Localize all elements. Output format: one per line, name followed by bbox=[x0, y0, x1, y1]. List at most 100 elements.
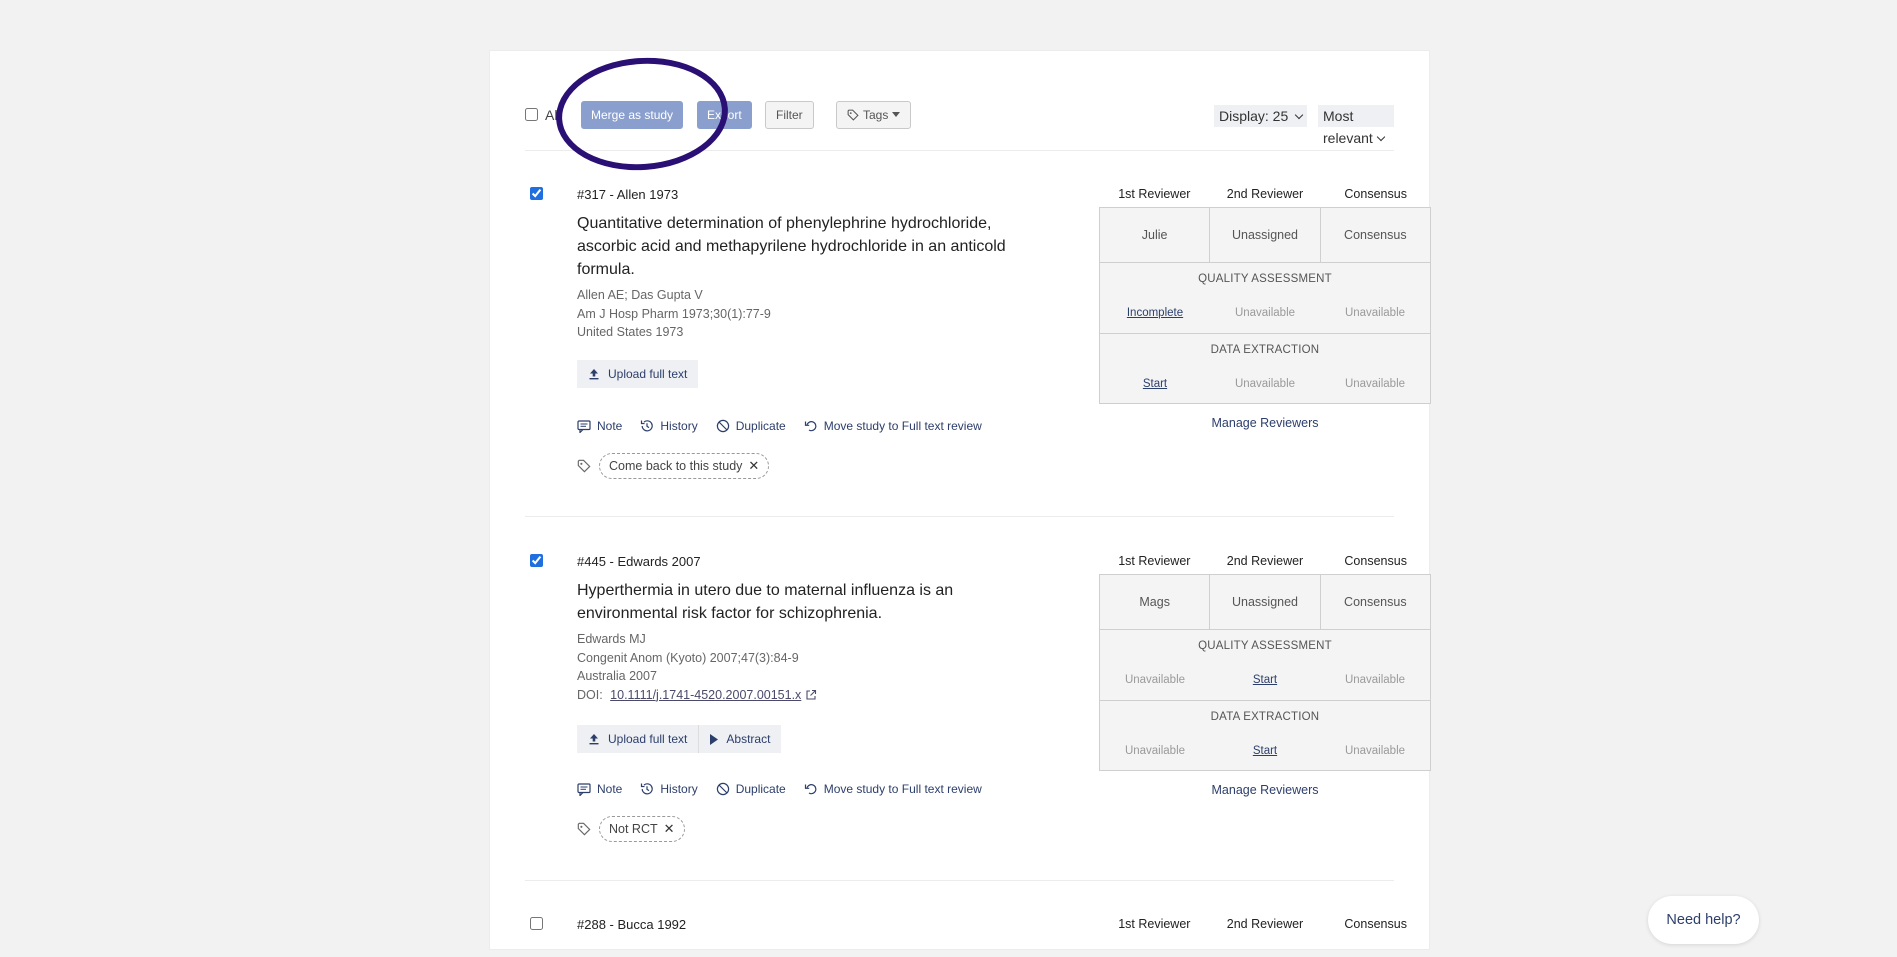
study-authors: Edwards MJ bbox=[577, 632, 646, 646]
display-count-select[interactable]: Display: 25 bbox=[1214, 105, 1308, 127]
history-action[interactable]: History bbox=[640, 419, 698, 433]
caret-down-icon bbox=[892, 112, 901, 118]
duplicate-label: Duplicate bbox=[735, 782, 786, 796]
duplicate-action[interactable]: Duplicate bbox=[716, 782, 786, 796]
doi-link[interactable]: 10.1111/j.1741-4520.2007.00151.x bbox=[610, 686, 801, 705]
study-checkbox[interactable] bbox=[530, 917, 543, 930]
reviewer-headers: 1st Reviewer 2nd Reviewer Consensus bbox=[1099, 554, 1431, 574]
divider bbox=[525, 516, 1394, 517]
display-count-label: Display: 25 bbox=[1219, 108, 1289, 124]
note-icon bbox=[577, 782, 591, 796]
upload-icon bbox=[588, 733, 600, 745]
external-link-icon[interactable] bbox=[805, 689, 817, 701]
tag-icon bbox=[847, 109, 859, 121]
study-id: #288 - Bucca 1992 bbox=[577, 917, 687, 932]
second-reviewer-name: Unassigned bbox=[1209, 575, 1319, 629]
quality-status: Unavailable bbox=[1344, 307, 1406, 319]
filter-button[interactable]: Filter bbox=[765, 101, 814, 129]
move-to-full-text-action[interactable]: Move study to Full text review bbox=[804, 419, 982, 433]
duplicate-action[interactable]: Duplicate bbox=[716, 419, 786, 433]
note-label: Note bbox=[597, 419, 623, 433]
note-action[interactable]: Note bbox=[577, 419, 622, 433]
data-extraction-section: DATA EXTRACTION Start Unavailable Unavai… bbox=[1100, 333, 1430, 403]
study-journal: Congenit Anom (Kyoto) 2007;47(3):84-9 bbox=[577, 650, 799, 665]
consensus-cell: Consensus bbox=[1319, 575, 1430, 629]
tag-chip: Not RCT ✕ bbox=[599, 816, 685, 842]
reviewer-panel: 1st Reviewer 2nd Reviewer Consensus bbox=[1099, 917, 1431, 937]
study-checkbox[interactable] bbox=[530, 554, 543, 567]
reviewer-panel: 1st Reviewer 2nd Reviewer Consensus Juli… bbox=[1099, 187, 1431, 430]
study-actions: Note History Duplicate Move study to Ful… bbox=[577, 419, 982, 433]
reviewer-headers: 1st Reviewer 2nd Reviewer Consensus bbox=[1099, 917, 1431, 937]
upload-full-text-label: Upload full text bbox=[608, 367, 688, 381]
study-list-panel: All Merge as study Export Filter Tags Di… bbox=[489, 50, 1431, 950]
extraction-start-link[interactable]: Start bbox=[1210, 745, 1320, 757]
history-action[interactable]: History bbox=[640, 782, 698, 796]
upload-icon bbox=[588, 368, 600, 380]
study-title: Quantitative determination of phenylephr… bbox=[577, 215, 1006, 278]
move-label: Move study to Full text review bbox=[823, 419, 982, 433]
data-extraction-title: DATA EXTRACTION bbox=[1210, 344, 1320, 356]
history-icon bbox=[640, 782, 654, 796]
tags-dropdown-button[interactable]: Tags bbox=[836, 101, 912, 129]
manage-reviewers-link[interactable]: Manage Reviewers bbox=[1099, 783, 1431, 797]
upload-full-text-label: Upload full text bbox=[608, 732, 688, 746]
select-all-checkbox[interactable] bbox=[525, 108, 538, 121]
manage-reviewers-link[interactable]: Manage Reviewers bbox=[1099, 416, 1431, 430]
quality-incomplete-link[interactable]: Incomplete bbox=[1100, 307, 1210, 319]
reviewer-table: Mags Unassigned Consensus QUALITY ASSESS… bbox=[1099, 574, 1431, 771]
abstract-label: Abstract bbox=[726, 732, 771, 746]
move-to-full-text-action[interactable]: Move study to Full text review bbox=[804, 782, 982, 796]
data-extraction-section: DATA EXTRACTION Unavailable Start Unavai… bbox=[1100, 700, 1430, 770]
first-reviewer-header: 1st Reviewer bbox=[1118, 187, 1191, 201]
quality-status: Unavailable bbox=[1344, 674, 1406, 686]
remove-tag-icon[interactable]: ✕ bbox=[748, 458, 759, 474]
history-label: History bbox=[660, 419, 698, 433]
abstract-button[interactable]: Abstract bbox=[698, 725, 782, 753]
note-label: Note bbox=[597, 782, 623, 796]
second-reviewer-header: 2nd Reviewer bbox=[1226, 917, 1304, 931]
study-authors: Allen AE; Das Gupta V bbox=[577, 288, 703, 302]
study-id: #317 - Allen 1973 bbox=[577, 187, 679, 202]
reviewer-panel: 1st Reviewer 2nd Reviewer Consensus Mags… bbox=[1099, 554, 1431, 797]
study-buttons: Upload full text bbox=[577, 360, 699, 388]
duplicate-icon bbox=[716, 782, 730, 796]
chevron-down-icon bbox=[1376, 132, 1386, 142]
study-buttons: Upload full text Abstract bbox=[577, 725, 782, 753]
reviewer-headers: 1st Reviewer 2nd Reviewer Consensus bbox=[1099, 187, 1431, 207]
extraction-start-link[interactable]: Start bbox=[1100, 378, 1210, 390]
consensus-header: Consensus bbox=[1344, 917, 1407, 931]
reviewer-assignments: Mags Unassigned Consensus bbox=[1100, 575, 1430, 630]
tag-chip: Come back to this study ✕ bbox=[599, 453, 770, 479]
study-doi-row: DOI: 10.1111/j.1741-4520.2007.00151.x bbox=[577, 686, 817, 705]
study-meta: Allen AE; Das Gupta V Am J Hosp Pharm 19… bbox=[577, 286, 771, 342]
second-reviewer-name: Unassigned bbox=[1209, 208, 1319, 262]
quality-assessment-title: QUALITY ASSESSMENT bbox=[1198, 273, 1332, 285]
study-tags: Not RCT ✕ bbox=[577, 816, 685, 842]
study-checkbox[interactable] bbox=[530, 187, 543, 200]
tag-label: Come back to this study bbox=[609, 459, 743, 473]
data-extraction-title: DATA EXTRACTION bbox=[1210, 711, 1320, 723]
consensus-header: Consensus bbox=[1344, 554, 1407, 568]
quality-status: Unavailable bbox=[1234, 307, 1296, 319]
sort-select[interactable]: Most relevant bbox=[1318, 105, 1394, 146]
extraction-status: Unavailable bbox=[1344, 745, 1406, 757]
need-help-button[interactable]: Need help? bbox=[1648, 896, 1759, 944]
upload-full-text-button[interactable]: Upload full text bbox=[577, 725, 699, 753]
study-item: #317 - Allen 1973 Quantitative determina… bbox=[525, 187, 1431, 479]
first-reviewer-header: 1st Reviewer bbox=[1118, 554, 1191, 568]
quality-assessment-section: QUALITY ASSESSMENT Incomplete Unavailabl… bbox=[1100, 263, 1430, 333]
upload-full-text-button[interactable]: Upload full text bbox=[577, 360, 699, 388]
quality-start-link[interactable]: Start bbox=[1210, 674, 1320, 686]
note-action[interactable]: Note bbox=[577, 782, 622, 796]
consensus-header: Consensus bbox=[1344, 187, 1407, 201]
undo-icon bbox=[804, 419, 818, 433]
study-journal: Am J Hosp Pharm 1973;30(1):77-9 bbox=[577, 306, 771, 321]
remove-tag-icon[interactable]: ✕ bbox=[664, 821, 675, 837]
divider bbox=[525, 880, 1394, 881]
study-tags: Come back to this study ✕ bbox=[577, 453, 770, 479]
study-id: #445 - Edwards 2007 bbox=[577, 554, 701, 569]
quality-status: Unavailable bbox=[1124, 674, 1186, 686]
history-label: History bbox=[660, 782, 698, 796]
duplicate-label: Duplicate bbox=[735, 419, 786, 433]
